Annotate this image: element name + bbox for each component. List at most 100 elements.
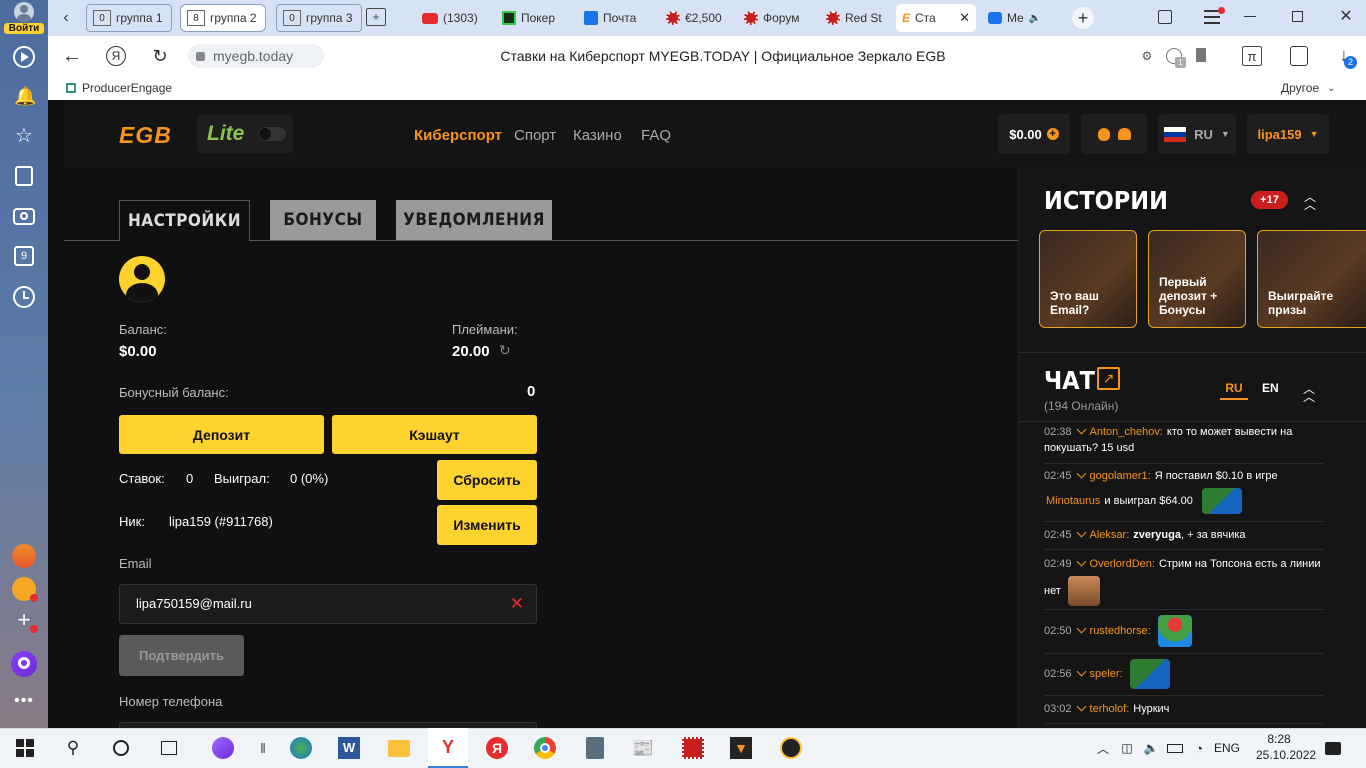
tab-bonuses[interactable]: БОНУСЫ bbox=[270, 200, 376, 240]
sidebar-notes-icon[interactable] bbox=[15, 166, 33, 186]
email-field[interactable]: lipa750159@mail.ru ✕ bbox=[119, 584, 537, 624]
chat-user[interactable]: OverlordDen: bbox=[1090, 558, 1155, 570]
clear-email-icon[interactable]: ✕ bbox=[510, 594, 524, 614]
sidebar-star-icon[interactable]: ☆ bbox=[12, 124, 36, 148]
story-card[interactable]: Выиграйте призы bbox=[1257, 230, 1366, 328]
chat-user[interactable]: Anton_chehov: bbox=[1090, 426, 1163, 438]
deposit-button[interactable]: Депозит bbox=[119, 415, 324, 454]
story-card[interactable]: Это ваш Email? bbox=[1039, 230, 1137, 328]
user-menu[interactable]: lipa159 ▼ bbox=[1247, 114, 1329, 154]
story-card[interactable]: Первый депозит + Бонусы bbox=[1148, 230, 1246, 328]
back-icon[interactable]: ← bbox=[62, 45, 82, 67]
chat-user[interactable]: gogolamer1: bbox=[1090, 470, 1151, 482]
nav-casino[interactable]: Казино bbox=[573, 127, 622, 144]
chat-lang-en[interactable]: EN bbox=[1262, 381, 1279, 395]
restore-icon[interactable] bbox=[1292, 11, 1303, 22]
nav-sport[interactable]: Спорт bbox=[514, 127, 556, 144]
tray-clock[interactable]: 8:28 25.10.2022 bbox=[1256, 731, 1316, 763]
sidebar-play-icon[interactable] bbox=[13, 46, 35, 68]
sidebar-add-icon[interactable]: + bbox=[14, 609, 38, 633]
windows-start-icon[interactable] bbox=[12, 736, 38, 760]
alice-taskbar-icon[interactable] bbox=[210, 736, 236, 760]
refresh-icon[interactable]: ↻ bbox=[499, 342, 511, 359]
sidebar-nine-icon[interactable]: 9 bbox=[14, 246, 34, 266]
new-group-icon[interactable]: + bbox=[366, 8, 386, 26]
reader-icon[interactable]: π bbox=[1242, 46, 1262, 66]
tab-notifications[interactable]: УВЕДОМЛЕНИЯ bbox=[396, 200, 552, 240]
notifications-icon[interactable] bbox=[1320, 736, 1346, 760]
login-button[interactable]: Войти bbox=[4, 2, 44, 34]
lite-toggle[interactable]: Lite bbox=[197, 115, 293, 153]
word-icon[interactable]: W bbox=[336, 736, 362, 760]
back-tabs-icon[interactable]: ‹ bbox=[58, 9, 74, 26]
apps-pill[interactable] bbox=[1081, 114, 1147, 154]
poker-app-icon[interactable] bbox=[680, 736, 706, 760]
app-triangle-icon[interactable]: ▼ bbox=[728, 736, 754, 760]
egb-logo[interactable]: EGB bbox=[119, 122, 172, 149]
chat-lang-ru[interactable]: RU bbox=[1220, 381, 1248, 400]
language-select[interactable]: RU ▼ bbox=[1158, 114, 1236, 154]
bookmark-other[interactable]: Другое ⌄ bbox=[1281, 81, 1336, 95]
search-icon[interactable]: ⚲ bbox=[60, 736, 86, 760]
tray-volume-icon[interactable]: 🔈 bbox=[1138, 736, 1164, 760]
downloads-icon[interactable]: ↓ 2 bbox=[1334, 44, 1357, 69]
sidebar-app-1-icon[interactable] bbox=[12, 544, 36, 568]
close-window-icon[interactable]: ✕ bbox=[1336, 6, 1356, 26]
tray-network-icon[interactable]: ◔ bbox=[1186, 736, 1212, 760]
tab-mail[interactable]: Почта bbox=[578, 4, 650, 32]
yandex-browser-icon[interactable]: Y bbox=[428, 728, 468, 768]
menu-icon[interactable] bbox=[1204, 7, 1225, 24]
nav-faq[interactable]: FAQ bbox=[641, 127, 671, 144]
tab-forum[interactable]: Форум bbox=[738, 4, 814, 32]
chat-user[interactable]: Aleksar: bbox=[1090, 529, 1130, 541]
game-link[interactable]: Minotaurus bbox=[1046, 495, 1100, 507]
app-badge-icon[interactable] bbox=[778, 736, 804, 760]
new-tab-button[interactable]: + bbox=[1072, 7, 1094, 29]
sidebar-history-icon[interactable] bbox=[13, 286, 35, 308]
calculator-icon[interactable] bbox=[582, 736, 608, 760]
tabs-overview-icon[interactable] bbox=[1158, 10, 1172, 24]
translate-icon[interactable]: ⚙ bbox=[1140, 49, 1154, 63]
tab-messenger[interactable]: Me 🔈 bbox=[982, 4, 1048, 32]
reload-icon[interactable]: ↻ bbox=[150, 46, 170, 66]
tab-settings[interactable]: НАСТРОЙКИ bbox=[119, 200, 250, 241]
collapse-chat-icon[interactable]: ︿ ︿ bbox=[1302, 383, 1316, 403]
file-explorer-icon[interactable] bbox=[386, 736, 412, 760]
tab-poker[interactable]: Покер bbox=[496, 4, 566, 32]
tab-egb-active[interactable]: E Ста ✕ bbox=[896, 4, 976, 32]
alice-icon[interactable] bbox=[11, 651, 37, 677]
tab-group-2[interactable]: 8 группа 2 bbox=[180, 4, 266, 32]
sidebar-camera-icon[interactable] bbox=[13, 208, 35, 225]
tab-group-3[interactable]: 0 группа 3 bbox=[276, 4, 362, 32]
globe-app-icon[interactable] bbox=[288, 736, 314, 760]
yandex-icon[interactable]: Я bbox=[106, 46, 126, 66]
task-view-icon[interactable] bbox=[156, 736, 182, 760]
tray-language[interactable]: ENG bbox=[1212, 736, 1242, 760]
tab-redstar[interactable]: Red St bbox=[820, 4, 896, 32]
chrome-icon[interactable] bbox=[532, 736, 558, 760]
minimize-icon[interactable] bbox=[1244, 16, 1256, 17]
sidebar-bell-icon[interactable]: 🔔 bbox=[14, 86, 36, 106]
bookmark-producerengage[interactable]: ProducerEngage bbox=[66, 81, 172, 95]
tray-meet-icon[interactable]: ◫ bbox=[1114, 736, 1140, 760]
sidebar-more-icon[interactable]: ••• bbox=[12, 692, 36, 710]
chat-user[interactable]: terholof: bbox=[1090, 703, 1130, 715]
reset-button[interactable]: Сбросить bbox=[437, 460, 537, 500]
close-tab-icon[interactable]: ✕ bbox=[959, 10, 970, 26]
balance-pill[interactable]: $0.00 + bbox=[998, 114, 1070, 154]
tab-group-1[interactable]: 0 группа 1 bbox=[86, 4, 172, 32]
notepad-icon[interactable]: 📰 bbox=[630, 736, 656, 760]
popout-icon[interactable]: ↗ bbox=[1097, 367, 1120, 390]
tab-youtube[interactable]: (1303) bbox=[416, 4, 492, 32]
confirm-button[interactable]: Подтвердить bbox=[119, 635, 244, 676]
sidebar-mail-icon[interactable] bbox=[12, 577, 38, 602]
url-field[interactable]: myegb.today bbox=[188, 44, 324, 68]
extensions-icon[interactable]: 1 bbox=[1166, 48, 1186, 68]
chat-user[interactable]: rustedhorse: bbox=[1090, 625, 1151, 637]
tab-casino[interactable]: €2,500 bbox=[660, 4, 736, 32]
chat-user[interactable]: speler: bbox=[1090, 668, 1123, 680]
yandex-icon[interactable]: Я bbox=[484, 736, 510, 760]
nav-esports[interactable]: Киберспорт bbox=[414, 127, 502, 144]
cashout-button[interactable]: Кэшаут bbox=[332, 415, 537, 454]
tray-chevron-icon[interactable]: ︿ bbox=[1090, 736, 1116, 760]
